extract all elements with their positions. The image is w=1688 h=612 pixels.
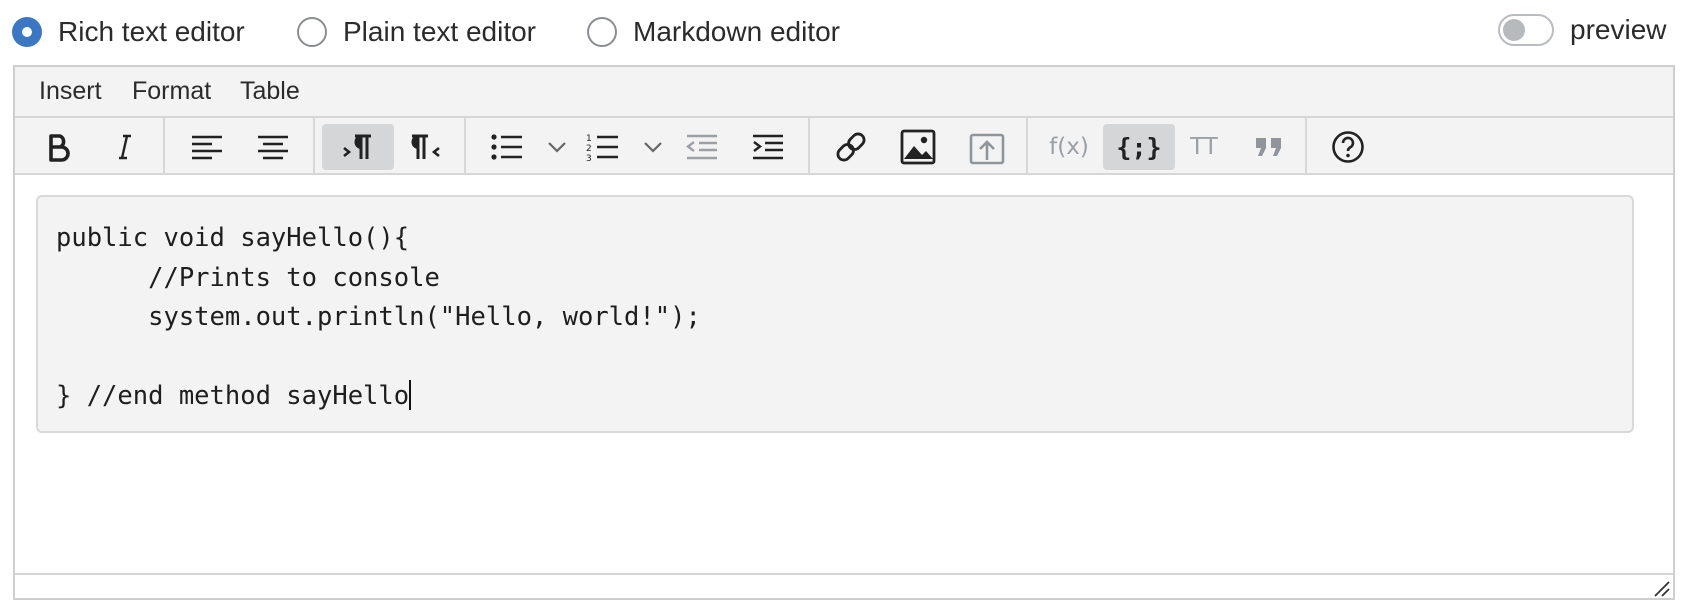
- editor-content-area[interactable]: public void sayHello(){ //Prints to cons…: [15, 175, 1673, 549]
- menu-table[interactable]: Table: [240, 77, 300, 106]
- align-center-icon: [258, 135, 288, 160]
- toggle-knob: [1503, 19, 1525, 41]
- outdent-icon: [686, 134, 717, 160]
- toolbar-separator: [163, 118, 165, 173]
- bold-icon: [49, 134, 70, 162]
- bold-button[interactable]: [23, 124, 95, 170]
- radio-unselected-icon: [297, 17, 327, 47]
- code-line-text: } //end method sayHello: [56, 381, 410, 411]
- toolbar-separator: [313, 118, 315, 173]
- link-icon: [836, 132, 866, 162]
- chevron-down-icon: [548, 142, 566, 153]
- toggle-switch[interactable]: [1498, 14, 1554, 46]
- radio-markdown-editor[interactable]: Markdown editor: [587, 14, 840, 50]
- italic-icon: [119, 134, 131, 160]
- image-icon: [900, 129, 936, 165]
- chevron-down-icon: [644, 142, 662, 153]
- radio-label: Markdown editor: [633, 16, 840, 47]
- bullet-list-button[interactable]: [471, 124, 543, 170]
- bullet-list-icon: [491, 134, 522, 160]
- help-button[interactable]: [1312, 124, 1384, 170]
- code-line: system.out.println("Hello, world!");: [56, 302, 701, 332]
- preview-label: preview: [1570, 14, 1667, 45]
- code-block-icon: {;}: [1116, 132, 1162, 162]
- svg-text:1: 1: [586, 134, 592, 144]
- upload-icon: [969, 133, 1005, 165]
- align-left-icon: [192, 135, 222, 160]
- numbered-list-button[interactable]: 1 2 3: [567, 124, 639, 170]
- code-line: public void sayHello(){: [56, 223, 410, 253]
- monospace-icon: TT: [1190, 134, 1218, 160]
- equation-icon: f(x): [1049, 134, 1089, 160]
- editor-mode-bar: Rich text editor Plain text editor Markd…: [0, 0, 1688, 66]
- resize-handle-icon[interactable]: [1649, 576, 1671, 598]
- upload-button[interactable]: [951, 124, 1023, 170]
- italic-button[interactable]: [89, 124, 161, 170]
- help-icon: [1332, 131, 1364, 163]
- ltr-paragraph-icon: [343, 134, 371, 159]
- menu-bar: Insert Format Table: [15, 67, 1673, 118]
- toolbar-separator: [808, 118, 810, 173]
- toolbar-separator: [1026, 118, 1028, 173]
- code-block[interactable]: public void sayHello(){ //Prints to cons…: [36, 195, 1634, 433]
- indent-icon: [753, 134, 783, 160]
- radio-label: Plain text editor: [343, 16, 536, 47]
- rtl-paragraph-button[interactable]: [389, 124, 461, 170]
- text-cursor: [409, 380, 412, 410]
- radio-unselected-icon: [587, 17, 617, 47]
- toolbar-separator: [1305, 118, 1307, 173]
- link-button[interactable]: [815, 124, 887, 170]
- code-line: //Prints to console: [56, 262, 440, 293]
- radio-plain-text-editor[interactable]: Plain text editor: [297, 14, 536, 50]
- indent-button[interactable]: [732, 124, 804, 170]
- outdent-button[interactable]: [666, 124, 738, 170]
- code-line-last: } //end method sayHello: [56, 377, 1632, 417]
- align-left-button[interactable]: [171, 124, 243, 170]
- code-block-button[interactable]: {;}: [1103, 124, 1175, 170]
- monospace-button[interactable]: TT: [1168, 124, 1240, 170]
- numbered-list-icon: 1 2 3: [586, 134, 618, 162]
- status-bar: [15, 573, 1673, 598]
- toolbar-separator: [464, 118, 466, 173]
- svg-text:2: 2: [586, 144, 592, 154]
- menu-insert[interactable]: Insert: [39, 77, 102, 106]
- ltr-paragraph-button[interactable]: [322, 124, 394, 170]
- svg-text:3: 3: [586, 154, 592, 162]
- formatting-toolbar: 1 2 3 f(x) {;} TT: [15, 118, 1673, 175]
- menu-format[interactable]: Format: [132, 77, 211, 106]
- rich-text-editor: Insert Format Table 1 2 3 f(x) {;} TT pu…: [13, 65, 1675, 600]
- preview-toggle[interactable]: preview: [1498, 14, 1666, 46]
- image-button[interactable]: [882, 124, 954, 170]
- equation-button[interactable]: f(x): [1033, 124, 1105, 170]
- rtl-paragraph-icon: [411, 134, 440, 159]
- align-center-button[interactable]: [237, 124, 309, 170]
- radio-selected-icon: [12, 17, 42, 47]
- radio-rich-text-editor[interactable]: Rich text editor: [12, 14, 245, 50]
- radio-label: Rich text editor: [58, 16, 245, 47]
- blockquote-button[interactable]: [1233, 124, 1305, 170]
- blockquote-icon: [1256, 138, 1281, 156]
